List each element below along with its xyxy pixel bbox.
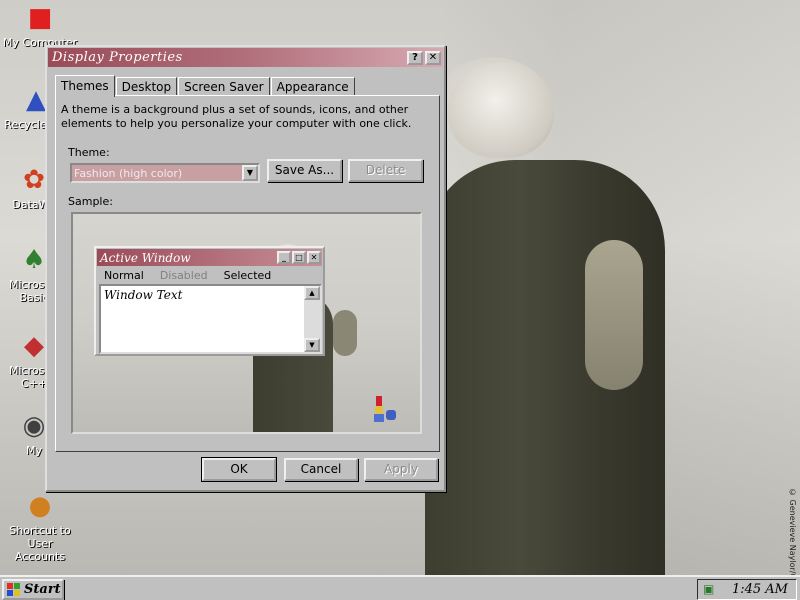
computer-icon: ■ xyxy=(27,3,53,33)
desktop-icon-label: My xyxy=(25,444,42,457)
desktop-icon-label: Shortcut to User Accounts xyxy=(9,524,71,563)
apply-button[interactable]: Apply xyxy=(364,458,438,481)
scroll-up-icon: ▲ xyxy=(304,286,320,300)
preview-menu-selected: Selected xyxy=(223,268,272,282)
tab-screen-saver[interactable]: Screen Saver xyxy=(178,77,270,96)
scroll-down-icon: ▼ xyxy=(304,338,320,352)
users-icon: ● xyxy=(28,491,52,521)
window-title: Display Properties xyxy=(52,50,183,65)
theme-description: A theme is a background plus a set of so… xyxy=(61,103,412,130)
maximize-icon: □ xyxy=(292,251,306,264)
chevron-down-icon[interactable]: ▼ xyxy=(242,165,258,181)
tab-appearance[interactable]: Appearance xyxy=(270,77,355,96)
help-button[interactable]: ? xyxy=(407,50,423,65)
wallpaper-figure-hand xyxy=(585,240,643,390)
preview-window-title: Active Window xyxy=(100,250,191,265)
start-label: Start xyxy=(24,582,61,597)
tab-themes[interactable]: Themes xyxy=(55,75,115,97)
preview-scrollbar: ▲ ▼ xyxy=(304,286,320,352)
minimize-icon: _ xyxy=(277,251,291,264)
close-button[interactable]: ✕ xyxy=(425,50,441,65)
tab-strip: Themes Desktop Screen Saver Appearance xyxy=(55,74,356,97)
preview-menu-normal: Normal xyxy=(104,268,144,282)
theme-select-value: Fashion (high color) xyxy=(74,167,183,180)
preview-menu-bar: Normal Disabled Selected xyxy=(96,267,323,283)
preview-text-area: Window Text ▲ ▼ xyxy=(99,284,322,354)
network-icon[interactable]: ▣ xyxy=(703,582,719,596)
cancel-button[interactable]: Cancel xyxy=(284,458,358,481)
preview-window-text: Window Text xyxy=(104,288,183,302)
windows-logo-icon xyxy=(7,583,20,596)
desktop-icon-user-accounts[interactable]: ● Shortcut to User Accounts xyxy=(2,490,78,563)
preview-menu-disabled: Disabled xyxy=(159,268,208,282)
ok-button[interactable]: OK xyxy=(201,457,277,482)
preview-figure-hand xyxy=(333,310,357,356)
theme-select[interactable]: Fashion (high color) ▼ xyxy=(70,163,260,183)
delete-button[interactable]: Delete xyxy=(348,159,423,182)
title-bar[interactable]: Display Properties ? ✕ xyxy=(48,48,443,67)
clock[interactable]: 1:45 AM xyxy=(732,582,788,597)
taskbar: Start ▣ 1:45 AM xyxy=(0,575,800,600)
start-button[interactable]: Start xyxy=(2,579,64,600)
tab-desktop[interactable]: Desktop xyxy=(115,77,178,96)
close-icon: ✕ xyxy=(307,251,321,264)
preview-title-bar: Active Window _ □ ✕ xyxy=(97,249,322,266)
wallpaper-credit: © Genevieve Naylor/Cor xyxy=(788,488,797,588)
desktop-icon-my-computer[interactable]: ■ My Computer xyxy=(2,2,78,49)
preview-active-window: Active Window _ □ ✕ Normal Disabled Sele… xyxy=(94,246,325,356)
theme-label: Theme: xyxy=(68,146,110,159)
system-tray: ▣ 1:45 AM xyxy=(697,579,797,600)
wallpaper-figure-hat xyxy=(448,62,554,158)
sample-label: Sample: xyxy=(68,195,113,208)
theme-lipstick-icon xyxy=(374,396,396,422)
save-as-button[interactable]: Save As... xyxy=(267,159,342,182)
